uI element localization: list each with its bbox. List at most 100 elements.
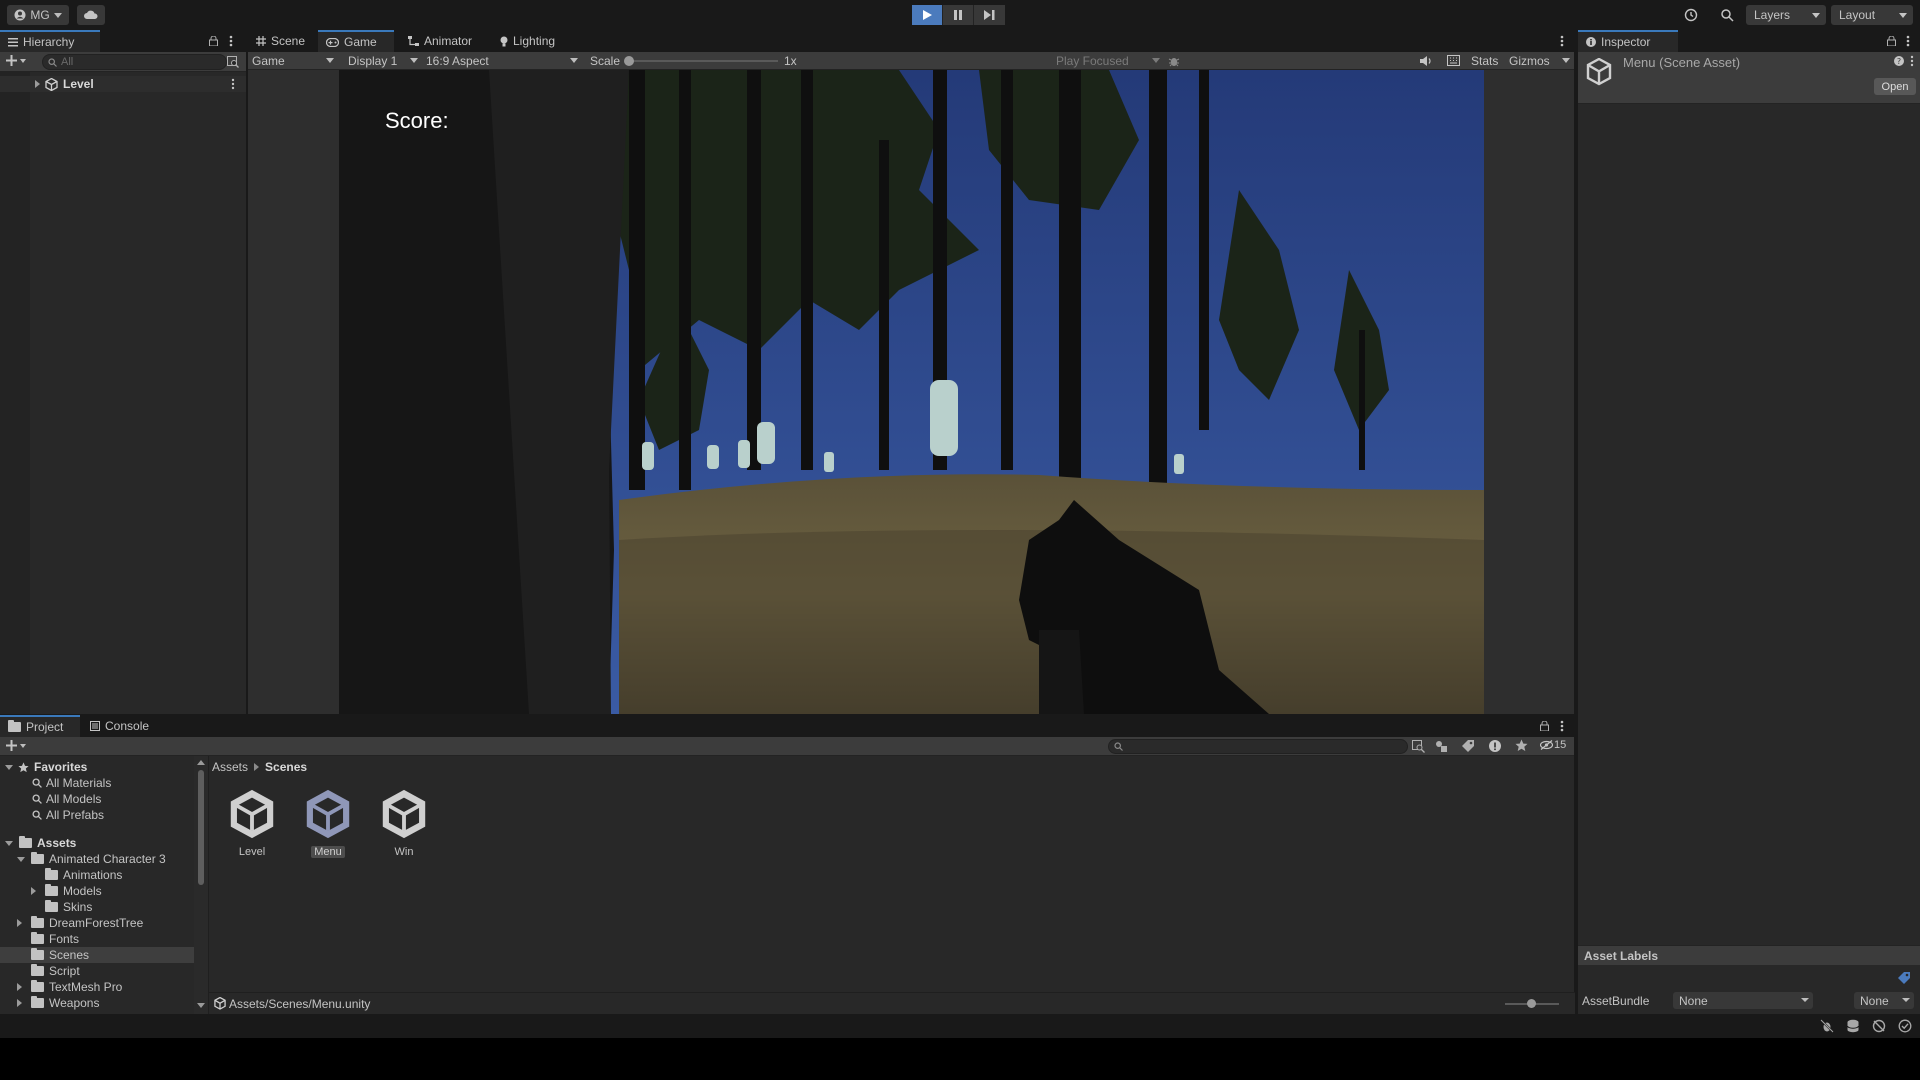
favorite-item[interactable]: All Models — [0, 791, 194, 807]
favorite-item[interactable]: All Materials — [0, 775, 194, 791]
game-mode-dropdown[interactable]: Game — [250, 52, 338, 69]
database-icon[interactable] — [1846, 1019, 1860, 1033]
audio-icon[interactable] — [1420, 55, 1433, 67]
tab-project[interactable]: Project — [0, 715, 80, 737]
account-dropdown[interactable]: MG — [7, 5, 69, 25]
game-view[interactable]: Score: — [248, 70, 1574, 714]
keyboard-icon[interactable] — [1447, 55, 1460, 66]
kebab-menu-icon[interactable] — [1560, 720, 1564, 732]
hierarchy-root-row[interactable]: Level — [0, 76, 246, 92]
cloud-button[interactable] — [77, 5, 105, 25]
history-button[interactable] — [1676, 5, 1706, 25]
folder-row[interactable]: Animated Character 3 — [0, 851, 194, 867]
project-search[interactable] — [1108, 739, 1408, 754]
tab-scene[interactable]: Scene — [248, 30, 318, 52]
asset-bundle-dropdown[interactable]: None — [1673, 992, 1813, 1009]
lock-icon[interactable] — [1540, 721, 1549, 731]
bug-off-icon[interactable] — [1820, 1019, 1834, 1033]
asset-tile[interactable]: Level — [225, 788, 279, 858]
game-mode-label: Game — [252, 53, 285, 68]
cloud-icon — [84, 10, 98, 19]
label-filter-icon[interactable] — [1462, 740, 1474, 752]
open-button[interactable]: Open — [1874, 78, 1916, 95]
scale-slider[interactable] — [624, 52, 784, 69]
bug-icon[interactable] — [1168, 55, 1180, 67]
display-dropdown[interactable]: Display 1 — [346, 52, 426, 69]
collapse-arrow-icon[interactable] — [17, 919, 22, 927]
collapse-arrow-icon[interactable] — [17, 999, 22, 1007]
create-button[interactable] — [6, 55, 26, 66]
favorite-item[interactable]: All Prefabs — [0, 807, 194, 823]
search-by-type-icon[interactable] — [1412, 740, 1425, 753]
kebab-menu-icon[interactable] — [1910, 55, 1914, 67]
eye-hidden-icon — [1540, 740, 1553, 750]
tab-lighting[interactable]: Lighting — [492, 30, 582, 52]
check-circle-icon[interactable] — [1898, 1019, 1912, 1033]
pause-icon — [954, 10, 962, 20]
collapse-arrow-icon[interactable] — [31, 887, 36, 895]
collapse-arrow-icon[interactable] — [17, 983, 22, 991]
layout-dropdown[interactable]: Layout — [1831, 5, 1913, 25]
kebab-menu-icon[interactable] — [1560, 35, 1564, 47]
network-off-icon[interactable] — [1872, 1019, 1886, 1033]
asset-variant-dropdown[interactable]: None — [1854, 992, 1914, 1009]
hidden-count: 15 — [1554, 739, 1567, 751]
warning-icon[interactable] — [1489, 740, 1501, 752]
play-focused-dropdown[interactable]: Play Focused — [1056, 52, 1160, 69]
expand-arrow-icon[interactable] — [35, 80, 40, 88]
gizmos-dropdown[interactable]: Gizmos — [1509, 52, 1573, 69]
stats-button[interactable]: Stats — [1471, 54, 1498, 68]
breadcrumb-item[interactable]: Scenes — [265, 760, 307, 774]
folder-row[interactable]: Animations — [0, 867, 194, 883]
asset-tile[interactable]: Menu — [301, 788, 355, 858]
folder-row[interactable]: Weapons — [0, 995, 194, 1011]
expand-arrow-icon[interactable] — [5, 764, 13, 770]
game-render[interactable]: Score: — [339, 70, 1484, 714]
tab-animator[interactable]: Animator — [400, 30, 490, 52]
scroll-down-arrow-icon[interactable] — [197, 1003, 205, 1008]
filter-type-icon[interactable] — [1435, 740, 1448, 753]
scrollbar-thumb[interactable] — [198, 770, 204, 885]
history-icon — [1684, 8, 1698, 22]
play-button[interactable] — [912, 5, 943, 25]
assets-root-row[interactable]: Assets — [0, 835, 194, 851]
search-button[interactable] — [1712, 5, 1742, 25]
favorites-row[interactable]: Favorites — [0, 759, 194, 775]
help-icon[interactable]: ? — [1894, 56, 1904, 66]
tab-hierarchy[interactable]: Hierarchy — [0, 30, 100, 52]
expand-arrow-icon[interactable] — [17, 856, 25, 862]
folder-row[interactable]: Fonts — [0, 931, 194, 947]
hidden-packages-toggle[interactable]: 15 — [1540, 739, 1566, 751]
kebab-menu-icon[interactable] — [1906, 35, 1910, 47]
tab-game[interactable]: Game — [318, 30, 394, 52]
lock-icon[interactable] — [1887, 36, 1896, 46]
asset-tile[interactable]: Win — [377, 788, 431, 858]
scroll-up-arrow-icon[interactable] — [197, 760, 205, 765]
expand-arrow-icon[interactable] — [5, 840, 13, 846]
folder-row[interactable]: DreamForestTree — [0, 915, 194, 931]
hierarchy-search[interactable]: All — [42, 54, 227, 70]
layers-dropdown[interactable]: Layers — [1746, 5, 1826, 25]
folder-row[interactable]: TextMesh Pro — [0, 979, 194, 995]
slider-thumb[interactable] — [624, 56, 634, 66]
tree-scrollbar[interactable] — [194, 756, 208, 1014]
aspect-dropdown[interactable]: 16:9 Aspect — [424, 52, 584, 69]
folder-row[interactable]: Scenes — [0, 947, 194, 963]
search-by-type-icon[interactable] — [227, 56, 239, 68]
create-asset-button[interactable] — [6, 740, 26, 751]
tag-icon[interactable] — [1898, 972, 1910, 984]
star-icon[interactable] — [1515, 739, 1528, 752]
lock-icon[interactable] — [209, 36, 218, 46]
folder-row[interactable]: Script — [0, 963, 194, 979]
breadcrumb-item[interactable]: Assets — [212, 760, 248, 774]
pause-button[interactable] — [943, 5, 974, 25]
kebab-menu-icon[interactable] — [229, 35, 233, 47]
icon-size-slider-thumb[interactable] — [1527, 999, 1536, 1008]
folder-row[interactable]: Skins — [0, 899, 194, 915]
step-button[interactable] — [974, 5, 1005, 25]
folder-row[interactable]: Models — [0, 883, 194, 899]
kebab-menu-icon[interactable] — [231, 78, 235, 90]
project-toolbar: 15 — [0, 737, 1574, 756]
tab-console[interactable]: Console — [82, 715, 162, 737]
tab-inspector[interactable]: Inspector — [1578, 30, 1678, 52]
